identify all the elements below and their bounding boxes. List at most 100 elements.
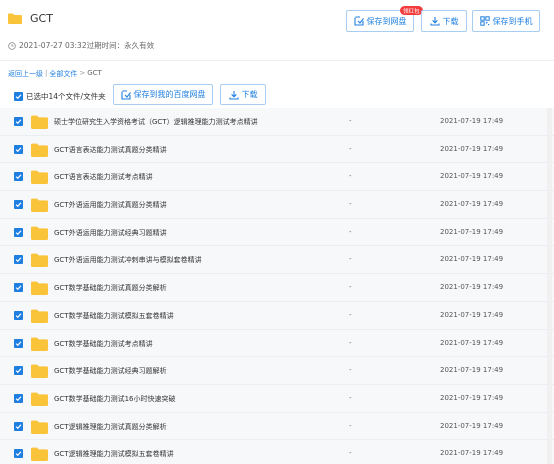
share-expiry: 过期时间：永久有效 [86,41,155,50]
file-name[interactable]: GCT外语运用能力测试经典习题精讲 [54,228,167,238]
file-name[interactable]: GCT数学基础能力测试真题分类解析 [54,283,167,293]
file-row[interactable]: GCT外语运用能力测试真题分类精讲 - 2021-07-19 17:49 [0,191,554,219]
file-date: 2021-07-19 17:49 [440,172,504,181]
file-row[interactable]: GCT逻辑推理能力测试模拟五套卷精讲 - 2021-07-19 17:49 [0,440,554,464]
file-row[interactable]: GCT数学基础能力测试考点精讲 - 2021-07-19 17:49 [0,329,554,358]
folder-icon [31,143,48,157]
folder-icon [31,170,48,185]
file-row[interactable]: GCT数学基础能力测试经典习题解析 - 2021-07-19 17:49 [0,357,554,385]
file-size: - [349,421,352,430]
file-row[interactable]: GCT逻辑推理能力测试真题分类解析 - 2021-07-19 17:49 [0,412,554,441]
red-packet-badge[interactable]: 领红包 [400,6,423,15]
row-checkbox[interactable] [14,393,23,403]
file-name[interactable]: GCT逻辑推理能力测试模拟五套卷精讲 [54,449,174,459]
file-name[interactable]: GCT语言表达能力测试考点精讲 [54,172,153,182]
folder-icon [31,198,48,213]
file-name[interactable]: GCT数学基础能力测试考点精讲 [54,339,153,349]
breadcrumb-back-link[interactable]: 返回上一级 [8,69,43,79]
breadcrumb-arrow: > [79,69,86,77]
row-checkbox[interactable] [14,283,23,293]
row-checkbox[interactable] [14,421,23,431]
file-size: - [349,338,352,347]
action-bar: 已选中14个文件/文件夹 保存到我的百度网盘 下载 [0,84,554,108]
row-checkbox[interactable] [14,227,23,237]
file-row[interactable]: GCT语言表达能力测试真题分类精讲 - 2021-07-19 17:49 [0,135,554,164]
folder-icon [31,309,48,323]
file-name[interactable]: GCT数学基础能力测试模拟五套卷精讲 [54,311,174,321]
file-name[interactable]: 硕士学位研究生入学资格考试（GCT）逻辑推理能力测试考点精讲 [54,117,258,127]
breadcrumb: 返回上一级 | 全部文件 > GCT [8,69,102,79]
file-row[interactable]: 硕士学位研究生入学资格考试（GCT）逻辑推理能力测试考点精讲 - 2021-07… [0,108,554,136]
file-name[interactable]: GCT逻辑推理能力测试真题分类解析 [54,422,167,432]
file-date: 2021-07-19 17:49 [440,144,504,153]
file-date: 2021-07-19 17:49 [440,310,504,319]
row-checkbox[interactable] [14,366,23,376]
download-selected-label: 下载 [241,90,258,99]
file-name[interactable]: GCT外语运用能力测试冲刺串讲与模拟套卷精讲 [54,255,202,265]
save-to-phone-button[interactable]: 保存到手机 [472,10,540,32]
file-name[interactable]: GCT语言表达能力测试真题分类精讲 [54,145,167,155]
file-date: 2021-07-19 17:49 [440,255,504,264]
divider [0,60,554,61]
clock-icon [8,41,16,50]
file-row[interactable]: GCT外语运用能力测试冲刺串讲与模拟套卷精讲 - 2021-07-19 17:4… [0,246,554,275]
file-row[interactable]: GCT数学基础能力测试16小时快速突破 - 2021-07-19 17:49 [0,384,554,413]
file-list: 硕士学位研究生入学资格考试（GCT）逻辑推理能力测试考点精讲 - 2021-07… [0,108,554,464]
file-name[interactable]: GCT数学基础能力测试16小时快速突破 [54,394,176,404]
share-header: GCT 2021-07-27 03:32 过期时间：永久有效 保存到网盘 领红包… [0,0,554,60]
save-to-my-drive-button[interactable]: 保存到我的百度网盘 [113,84,213,105]
folder-icon [31,281,48,296]
file-size: - [349,255,352,264]
file-date: 2021-07-19 17:49 [440,449,504,458]
file-date: 2021-07-19 17:49 [440,227,504,236]
folder-icon [31,364,48,379]
row-checkbox[interactable] [14,144,23,154]
select-all-checkbox[interactable]: 已选中14个文件/文件夹 [14,91,106,102]
folder-icon [31,420,48,434]
folder-icon [31,337,48,351]
row-checkbox[interactable] [14,310,23,320]
file-date: 2021-07-19 17:49 [440,366,504,375]
folder-icon [31,115,48,129]
file-row[interactable]: GCT数学基础能力测试真题分类解析 - 2021-07-19 17:49 [0,274,554,302]
file-date: 2021-07-19 17:49 [440,283,504,292]
file-row[interactable]: GCT外语运用能力测试经典习题精讲 - 2021-07-19 17:49 [0,218,554,247]
breadcrumb-all-files-link[interactable]: 全部文件 [49,69,77,79]
qrcode-icon [479,16,490,26]
share-title: GCT [30,12,53,25]
checkbox-checked-icon [14,92,23,101]
download-icon [228,90,239,100]
breadcrumb-separator: | [45,69,48,77]
row-checkbox[interactable] [14,255,23,265]
save-to-drive-label: 保存到网盘 [366,16,407,26]
file-date: 2021-07-19 17:49 [440,393,504,402]
save-to-my-drive-label: 保存到我的百度网盘 [133,90,206,99]
file-date: 2021-07-19 17:49 [440,421,504,430]
download-icon [429,17,440,26]
row-checkbox[interactable] [14,172,23,182]
save-icon [353,16,364,26]
download-button[interactable]: 下载 [421,10,467,32]
file-size: - [349,393,352,402]
row-checkbox[interactable] [14,449,23,459]
download-selected-button[interactable]: 下载 [220,84,266,105]
row-checkbox[interactable] [14,200,23,210]
file-size: - [349,449,352,458]
row-checkbox[interactable] [14,117,23,126]
scrollbar[interactable] [547,108,552,464]
file-size: - [349,144,352,153]
file-name[interactable]: GCT外语运用能力测试真题分类精讲 [54,200,167,210]
file-size: - [349,200,352,209]
file-name[interactable]: GCT数学基础能力测试经典习题解析 [54,366,167,376]
row-checkbox[interactable] [14,338,23,348]
selected-count-label: 已选中14个文件/文件夹 [26,92,106,101]
share-timestamp: 2021-07-27 03:32 [19,41,87,50]
file-size: - [349,366,352,375]
file-row[interactable]: GCT数学基础能力测试模拟五套卷精讲 - 2021-07-19 17:49 [0,301,554,330]
save-to-phone-label: 保存到手机 [492,16,533,26]
folder-icon [31,226,48,240]
file-size: - [349,283,352,292]
download-label: 下载 [442,16,459,26]
file-date: 2021-07-19 17:49 [440,200,504,209]
file-row[interactable]: GCT语言表达能力测试考点精讲 - 2021-07-19 17:49 [0,163,554,192]
